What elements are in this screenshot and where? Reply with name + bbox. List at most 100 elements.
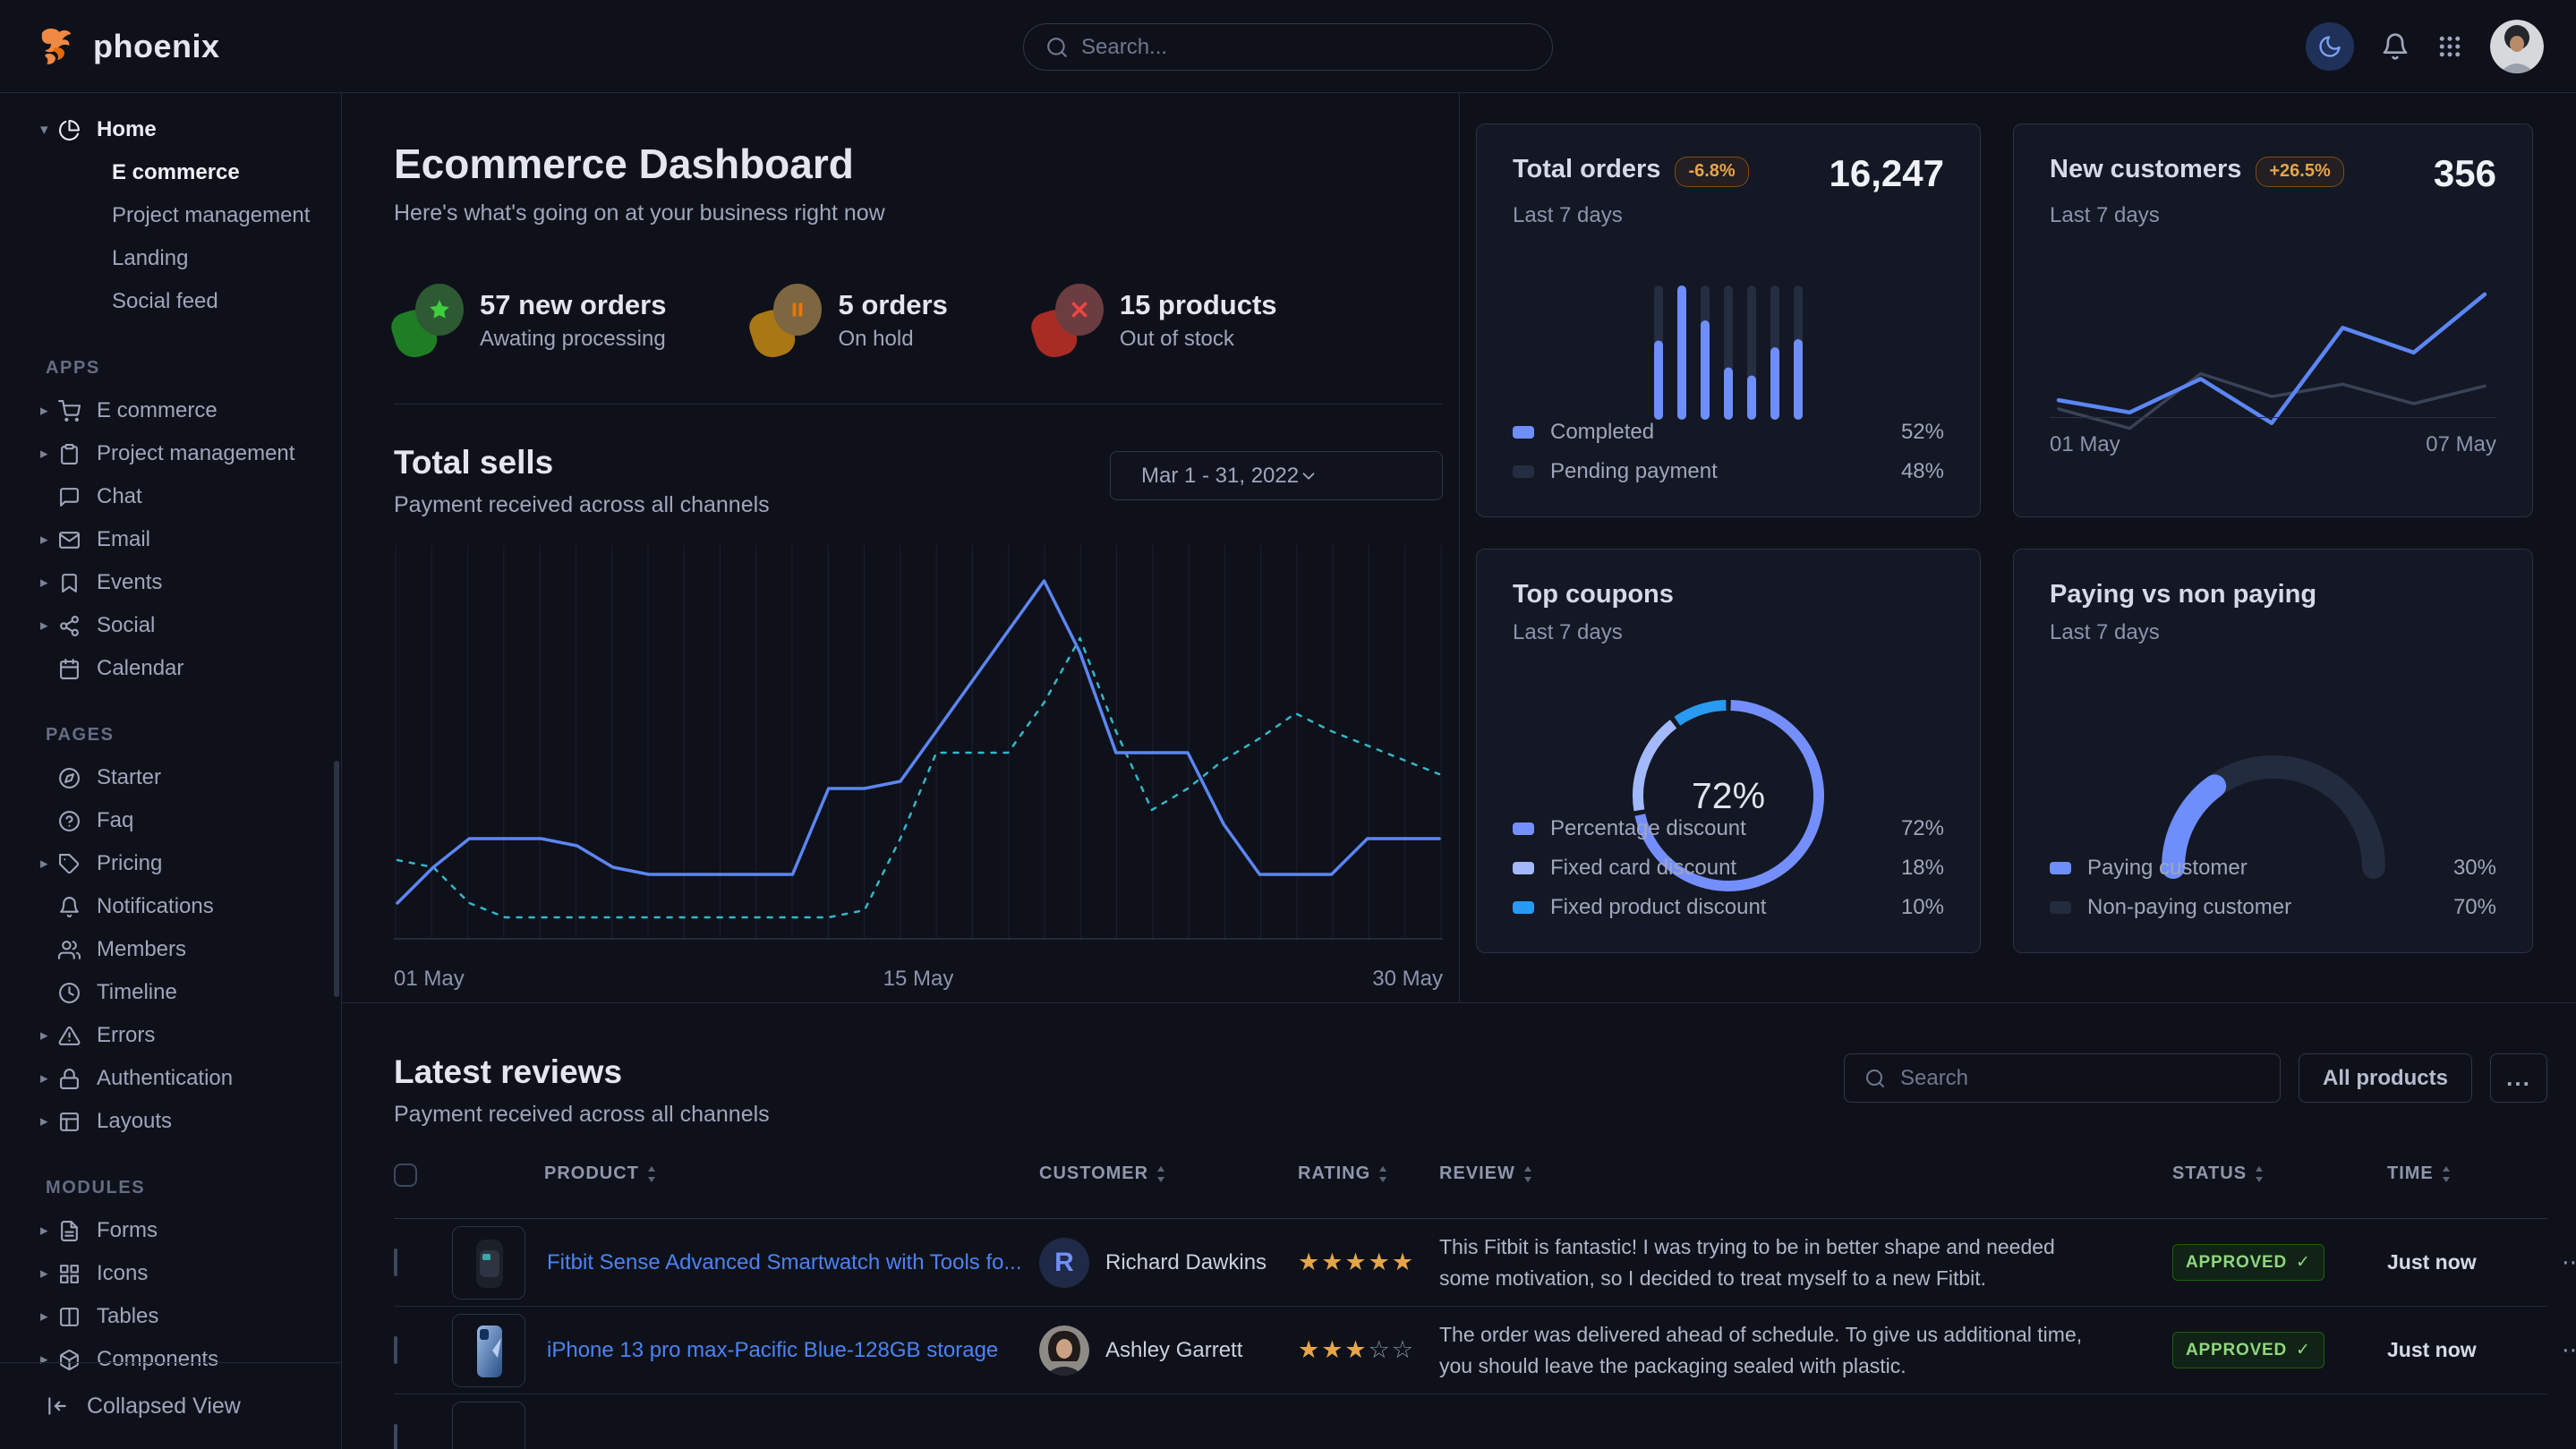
sidebar-item-layouts[interactable]: ▸Layouts bbox=[0, 1100, 341, 1143]
caret-icon: ▾ bbox=[40, 121, 58, 139]
caret-icon: ▸ bbox=[40, 617, 58, 635]
user-avatar[interactable] bbox=[2490, 20, 2544, 73]
sort-icon bbox=[1156, 1166, 1166, 1182]
caret-icon: ▸ bbox=[40, 402, 58, 420]
sidebar-item-social[interactable]: ▸Social bbox=[0, 604, 341, 647]
new-customers-x-axis: 01 May 07 May bbox=[2050, 417, 2496, 457]
compass-icon bbox=[58, 767, 81, 789]
sidebar-item-pricing[interactable]: ▸Pricing bbox=[0, 842, 341, 885]
sidebar-subitem-social-feed[interactable]: Social feed bbox=[0, 280, 341, 323]
date-range-select[interactable]: Mar 1 - 31, 2022 bbox=[1110, 451, 1443, 500]
sidebar-subitem-landing[interactable]: Landing bbox=[0, 237, 341, 280]
sort-icon bbox=[646, 1166, 657, 1182]
product-link[interactable]: iPhone 13 pro max-Pacific Blue-128GB sto… bbox=[547, 1338, 998, 1363]
more-options-button[interactable]: ... bbox=[2490, 1053, 2547, 1103]
legend-label: Pending payment bbox=[1550, 459, 1718, 484]
check-icon: ✓ bbox=[2296, 1340, 2311, 1360]
legend-label: Non-paying customer bbox=[2087, 895, 2291, 920]
total-orders-value: 16,247 bbox=[1830, 155, 1944, 192]
sidebar-item-timeline[interactable]: Timeline bbox=[0, 971, 341, 1014]
col-time[interactable]: TIME bbox=[2387, 1163, 2533, 1184]
sidebar-item-events[interactable]: ▸Events bbox=[0, 561, 341, 604]
sidebar-item-authentication[interactable]: ▸Authentication bbox=[0, 1057, 341, 1100]
sidebar-subitem-project-management[interactable]: Project management bbox=[0, 194, 341, 237]
card-title: Total orders bbox=[1513, 155, 1660, 184]
reviews-search-input[interactable] bbox=[1900, 1066, 2260, 1091]
product-link[interactable]: Fitbit Sense Advanced Smartwatch with To… bbox=[547, 1250, 1021, 1275]
tag-icon bbox=[58, 853, 81, 875]
sidebar-section-label: APPS bbox=[0, 346, 341, 389]
sidebar-item-chat[interactable]: Chat bbox=[0, 475, 341, 518]
legend-row: Completed 52% bbox=[1513, 413, 1944, 452]
phoenix-logo-icon bbox=[32, 23, 79, 70]
legend-row: Paying customer30% bbox=[2050, 848, 2496, 888]
status-badge: APPROVED ✓ bbox=[2172, 1244, 2324, 1281]
sidebar-item-starter[interactable]: Starter bbox=[0, 756, 341, 799]
col-rating[interactable]: RATING bbox=[1298, 1163, 1439, 1184]
sidebar-item-email[interactable]: ▸Email bbox=[0, 518, 341, 561]
caret-icon: ▸ bbox=[40, 1027, 58, 1044]
stat-icon bbox=[394, 284, 464, 357]
collapse-sidebar-button[interactable]: Collapsed View bbox=[0, 1362, 341, 1449]
apps-grid-icon bbox=[2436, 33, 2463, 60]
notifications-button[interactable] bbox=[2381, 32, 2410, 61]
chevron-down-icon bbox=[1299, 466, 1318, 486]
customer-avatar: R bbox=[1039, 1238, 1089, 1288]
sidebar-item-calendar[interactable]: Calendar bbox=[0, 647, 341, 690]
customer-name: Richard Dawkins bbox=[1105, 1250, 1267, 1275]
sidebar-item-home[interactable]: ▾Home bbox=[0, 108, 341, 151]
clipboard-icon bbox=[58, 443, 81, 465]
col-customer[interactable]: CUSTOMER bbox=[1025, 1163, 1298, 1184]
legend-row: Non-paying customer70% bbox=[2050, 888, 2496, 927]
row-checkbox[interactable] bbox=[394, 1424, 397, 1449]
col-product[interactable]: PRODUCT bbox=[452, 1163, 1025, 1184]
caret-icon: ▸ bbox=[40, 1070, 58, 1087]
row-menu-button[interactable]: ⋯ bbox=[2533, 1249, 2576, 1276]
sidebar-item-project-management[interactable]: ▸Project management bbox=[0, 432, 341, 475]
legend-label: Completed bbox=[1550, 420, 1654, 445]
all-products-button[interactable]: All products bbox=[2299, 1053, 2472, 1103]
x-bold-icon bbox=[1068, 298, 1091, 321]
caret-icon: ▸ bbox=[40, 445, 58, 463]
sort-icon bbox=[1378, 1166, 1388, 1182]
sidebar: ▾HomeE commerceProject managementLanding… bbox=[0, 93, 342, 1449]
search-input[interactable] bbox=[1081, 35, 1531, 60]
legend-value: 18% bbox=[1901, 856, 1944, 881]
top-coupons-card: Top coupons Last 7 days 72% Percentage d… bbox=[1476, 549, 1981, 953]
sidebar-item-forms[interactable]: ▸Forms bbox=[0, 1209, 341, 1252]
sidebar-item-errors[interactable]: ▸Errors bbox=[0, 1014, 341, 1057]
row-menu-button[interactable]: ⋯ bbox=[2533, 1336, 2576, 1364]
caret-icon: ▸ bbox=[40, 1308, 58, 1325]
sidebar-item-notifications[interactable]: Notifications bbox=[0, 885, 341, 928]
row-checkbox[interactable] bbox=[394, 1249, 397, 1276]
table-header-row: PRODUCTCUSTOMERRATINGREVIEWSTATUSTIME bbox=[394, 1163, 2547, 1219]
sidebar-item-members[interactable]: Members bbox=[0, 928, 341, 971]
col-review[interactable]: REVIEW bbox=[1439, 1163, 2172, 1184]
new-customers-card: New customers +26.5% 356 Last 7 days 01 … bbox=[2013, 124, 2533, 517]
sidebar-subitem-e-commerce[interactable]: E commerce bbox=[0, 151, 341, 194]
legend-value: 52% bbox=[1901, 420, 1944, 445]
table-row: Fitbit Sense Advanced Smartwatch with To… bbox=[394, 1219, 2547, 1307]
select-all-checkbox[interactable] bbox=[394, 1163, 417, 1187]
sidebar-scrollbar[interactable] bbox=[334, 761, 339, 997]
chat-icon bbox=[58, 486, 81, 508]
collapse-label: Collapsed View bbox=[87, 1394, 241, 1419]
sidebar-item-faq[interactable]: Faq bbox=[0, 799, 341, 842]
latest-reviews-section: Latest reviews Payment received across a… bbox=[342, 1002, 2576, 1449]
search-icon bbox=[1045, 36, 1069, 59]
legend-row: Percentage discount72% bbox=[1513, 809, 1944, 848]
brand-logo[interactable]: phoenix bbox=[32, 23, 220, 70]
card-period: Last 7 days bbox=[2050, 620, 2496, 645]
stat-value: 5 orders bbox=[838, 289, 947, 321]
theme-toggle-button[interactable] bbox=[2306, 22, 2354, 71]
col-status[interactable]: STATUS bbox=[2172, 1163, 2387, 1184]
apps-grid-button[interactable] bbox=[2436, 33, 2463, 60]
sidebar-item-e-commerce[interactable]: ▸E commerce bbox=[0, 389, 341, 432]
status-badge: APPROVED ✓ bbox=[2172, 1332, 2324, 1368]
legend-row: Fixed card discount18% bbox=[1513, 848, 1944, 888]
row-checkbox[interactable] bbox=[394, 1336, 397, 1364]
sidebar-item-icons[interactable]: ▸Icons bbox=[0, 1252, 341, 1295]
search-icon bbox=[1045, 36, 1069, 59]
sidebar-item-tables[interactable]: ▸Tables bbox=[0, 1295, 341, 1338]
sort-icon bbox=[2441, 1166, 2452, 1182]
